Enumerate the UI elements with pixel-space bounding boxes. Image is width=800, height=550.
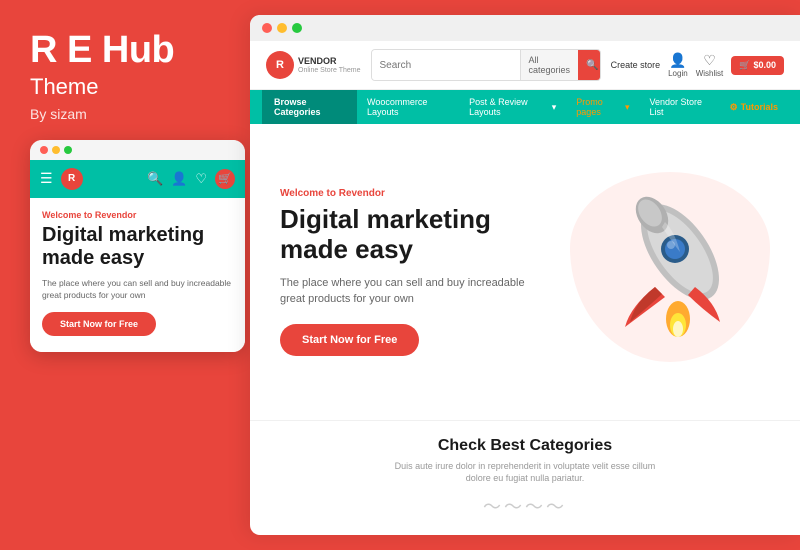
right-panel: R VENDOR Online Store Theme All categori… (250, 15, 800, 535)
nav-browse-categories[interactable]: Browse Categories (262, 90, 357, 124)
mobile-content: Welcome to Revendor Digital marketing ma… (30, 198, 245, 352)
left-panel: R E Hub Theme By sizam ☰ R 🔍 👤 ♡ 🛒 Welco… (0, 0, 250, 550)
mobile-mockup: ☰ R 🔍 👤 ♡ 🛒 Welcome to Revendor Digital … (30, 140, 245, 352)
search-bar[interactable]: All categories 🔍 (371, 49, 601, 81)
mobile-welcome-text: Welcome to Revendor (42, 210, 233, 220)
categories-description: Duis aute irure dolor in reprehenderit i… (385, 460, 665, 485)
user-icon[interactable]: 👤 (171, 171, 187, 187)
cart-button[interactable]: 🛒 $0.00 (731, 56, 784, 75)
search-category[interactable]: All categories (520, 50, 579, 80)
search-input[interactable] (372, 50, 520, 80)
nav-vendor-store[interactable]: Vendor Store List (639, 90, 719, 124)
mobile-top-bar (30, 140, 245, 160)
cart-price: $0.00 (753, 60, 776, 70)
wishlist-icon: ♡ (703, 52, 716, 69)
mobile-dot-red (40, 146, 48, 154)
mobile-description: The place where you can sell and buy inc… (42, 278, 233, 302)
hero-cta-button[interactable]: Start Now for Free (280, 324, 419, 356)
hamburger-icon[interactable]: ☰ (40, 170, 53, 187)
rocket-illustration (580, 177, 760, 357)
create-store-link[interactable]: Create store (611, 60, 661, 70)
mobile-nav-icons: 🔍 👤 ♡ 🛒 (147, 169, 235, 189)
hero-description: The place where you can sell and buy inc… (280, 275, 530, 308)
desktop-top-bar (250, 15, 800, 41)
search-icon[interactable]: 🔍 (147, 171, 163, 187)
cart-icon[interactable]: 🛒 (215, 169, 235, 189)
desktop-dot-red (262, 23, 272, 33)
hero-welcome: Welcome to Revendor (280, 188, 530, 199)
nav-promo[interactable]: Promo pages ▾ (566, 90, 639, 124)
categories-title: Check Best Categories (280, 437, 770, 455)
hero-heading: Digital marketing made easy (280, 205, 530, 265)
desktop-hero: Welcome to Revendor Digital marketing ma… (250, 124, 800, 420)
theme-title: R E Hub Theme (30, 30, 230, 106)
desktop-dot-yellow (277, 23, 287, 33)
nav-tutorials[interactable]: ⚙ Tutorials (720, 95, 788, 120)
hero-left: Welcome to Revendor Digital marketing ma… (280, 188, 530, 356)
logo-circle: R (266, 51, 294, 79)
cart-icon: 🛒 (739, 60, 750, 71)
mobile-dot-yellow (52, 146, 60, 154)
heart-icon[interactable]: ♡ (195, 171, 207, 187)
mobile-logo: R (61, 168, 83, 190)
desktop-dot-green (292, 23, 302, 33)
categories-section: Check Best Categories Duis aute irure do… (250, 420, 800, 535)
login-label: Login (668, 69, 688, 78)
nav-post-review[interactable]: Post & Review Layouts ▾ (459, 90, 566, 124)
header-actions: Create store 👤 Login ♡ Wishlist 🛒 $0.00 (611, 52, 784, 78)
login-icon: 👤 (669, 52, 686, 69)
mobile-nav: ☰ R 🔍 👤 ♡ 🛒 (30, 160, 245, 198)
theme-author: By sizam (30, 106, 230, 122)
search-button[interactable]: 🔍 (578, 50, 601, 80)
wishlist-icon-group[interactable]: ♡ Wishlist (696, 52, 724, 78)
wishlist-label: Wishlist (696, 69, 724, 78)
mobile-dot-green (64, 146, 72, 154)
mobile-heading: Digital marketing made easy (42, 224, 233, 270)
desktop-header: R VENDOR Online Store Theme All categori… (250, 41, 800, 90)
desktop-nav: Browse Categories Woocommerce Layouts Po… (250, 90, 800, 124)
desktop-logo: R VENDOR Online Store Theme (266, 51, 361, 79)
logo-text-group: VENDOR Online Store Theme (298, 56, 361, 74)
login-icon-group[interactable]: 👤 Login (668, 52, 688, 78)
categories-wave: 〜〜〜〜 (280, 493, 770, 519)
mobile-cta-button[interactable]: Start Now for Free (42, 312, 156, 336)
nav-woocommerce[interactable]: Woocommerce Layouts (357, 90, 459, 124)
hero-image (550, 172, 770, 372)
